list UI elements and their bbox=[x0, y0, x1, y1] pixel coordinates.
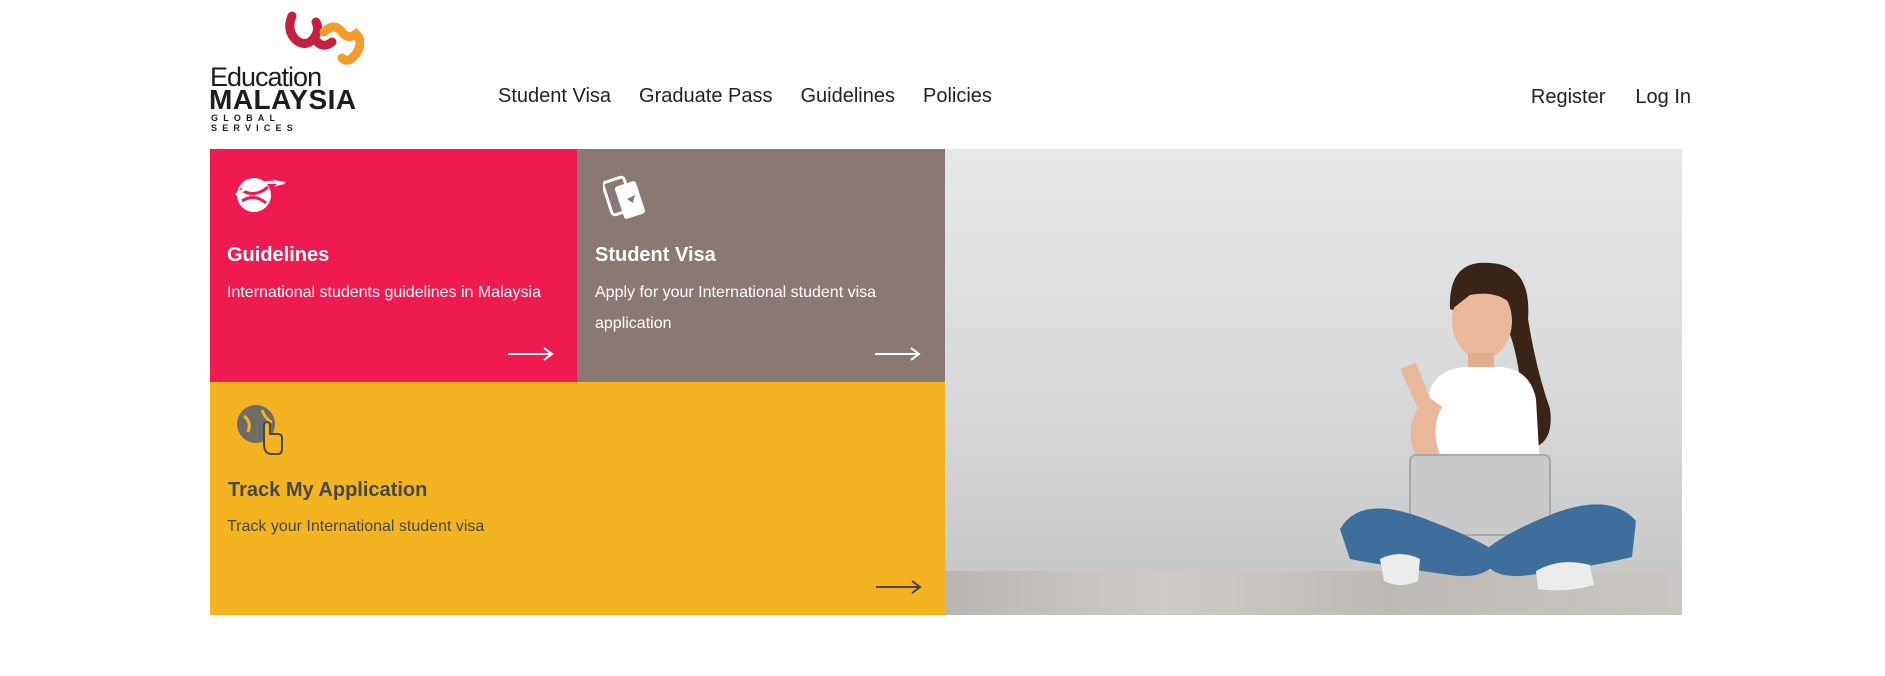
nav-item-policies[interactable]: Policies bbox=[923, 85, 992, 108]
arrow-right-icon bbox=[508, 347, 554, 361]
register-link[interactable]: Register bbox=[1531, 86, 1605, 109]
main-nav: Student Visa Graduate Pass Guidelines Po… bbox=[498, 85, 1020, 108]
nav-item-graduate-pass[interactable]: Graduate Pass bbox=[639, 85, 772, 108]
site-header: Education MALAYSIA GLOBAL SERVICES Stude… bbox=[0, 0, 1885, 150]
globe-hand-icon bbox=[237, 405, 283, 455]
passport-ticket-icon bbox=[603, 175, 645, 219]
nav-item-guidelines[interactable]: Guidelines bbox=[800, 85, 895, 108]
auth-links: Register Log In bbox=[1501, 86, 1691, 109]
arrow-right-icon bbox=[875, 347, 921, 361]
logo-text-global-services: GLOBAL SERVICES bbox=[211, 113, 298, 133]
nav-item-student-visa[interactable]: Student Visa bbox=[498, 85, 611, 108]
arrow-right-icon bbox=[876, 580, 922, 594]
student-visa-tile-description: Apply for your International student vis… bbox=[595, 284, 877, 332]
guidelines-tile[interactable]: Guidelines International students guidel… bbox=[210, 149, 577, 382]
guidelines-tile-title: Guidelines bbox=[227, 244, 330, 266]
hero-tiles: Guidelines International students guidel… bbox=[210, 149, 1682, 615]
logo-text-malaysia: MALAYSIA bbox=[209, 84, 357, 115]
track-application-tile[interactable]: Track My Application Track your Internat… bbox=[210, 382, 945, 615]
globe-plane-icon bbox=[235, 178, 286, 212]
track-tile-title: Track My Application bbox=[228, 479, 428, 501]
guidelines-tile-description: International students guidelines in Mal… bbox=[227, 284, 541, 301]
student-visa-tile[interactable]: Student Visa Apply for your Internationa… bbox=[577, 149, 945, 382]
hero-image bbox=[945, 149, 1682, 615]
login-link[interactable]: Log In bbox=[1635, 86, 1691, 109]
track-tile-description: Track your International student visa bbox=[227, 518, 485, 535]
student-with-laptop-figure bbox=[1340, 262, 1636, 591]
education-malaysia-logo[interactable]: Education MALAYSIA GLOBAL SERVICES bbox=[209, 10, 364, 133]
student-visa-tile-title: Student Visa bbox=[595, 244, 716, 266]
